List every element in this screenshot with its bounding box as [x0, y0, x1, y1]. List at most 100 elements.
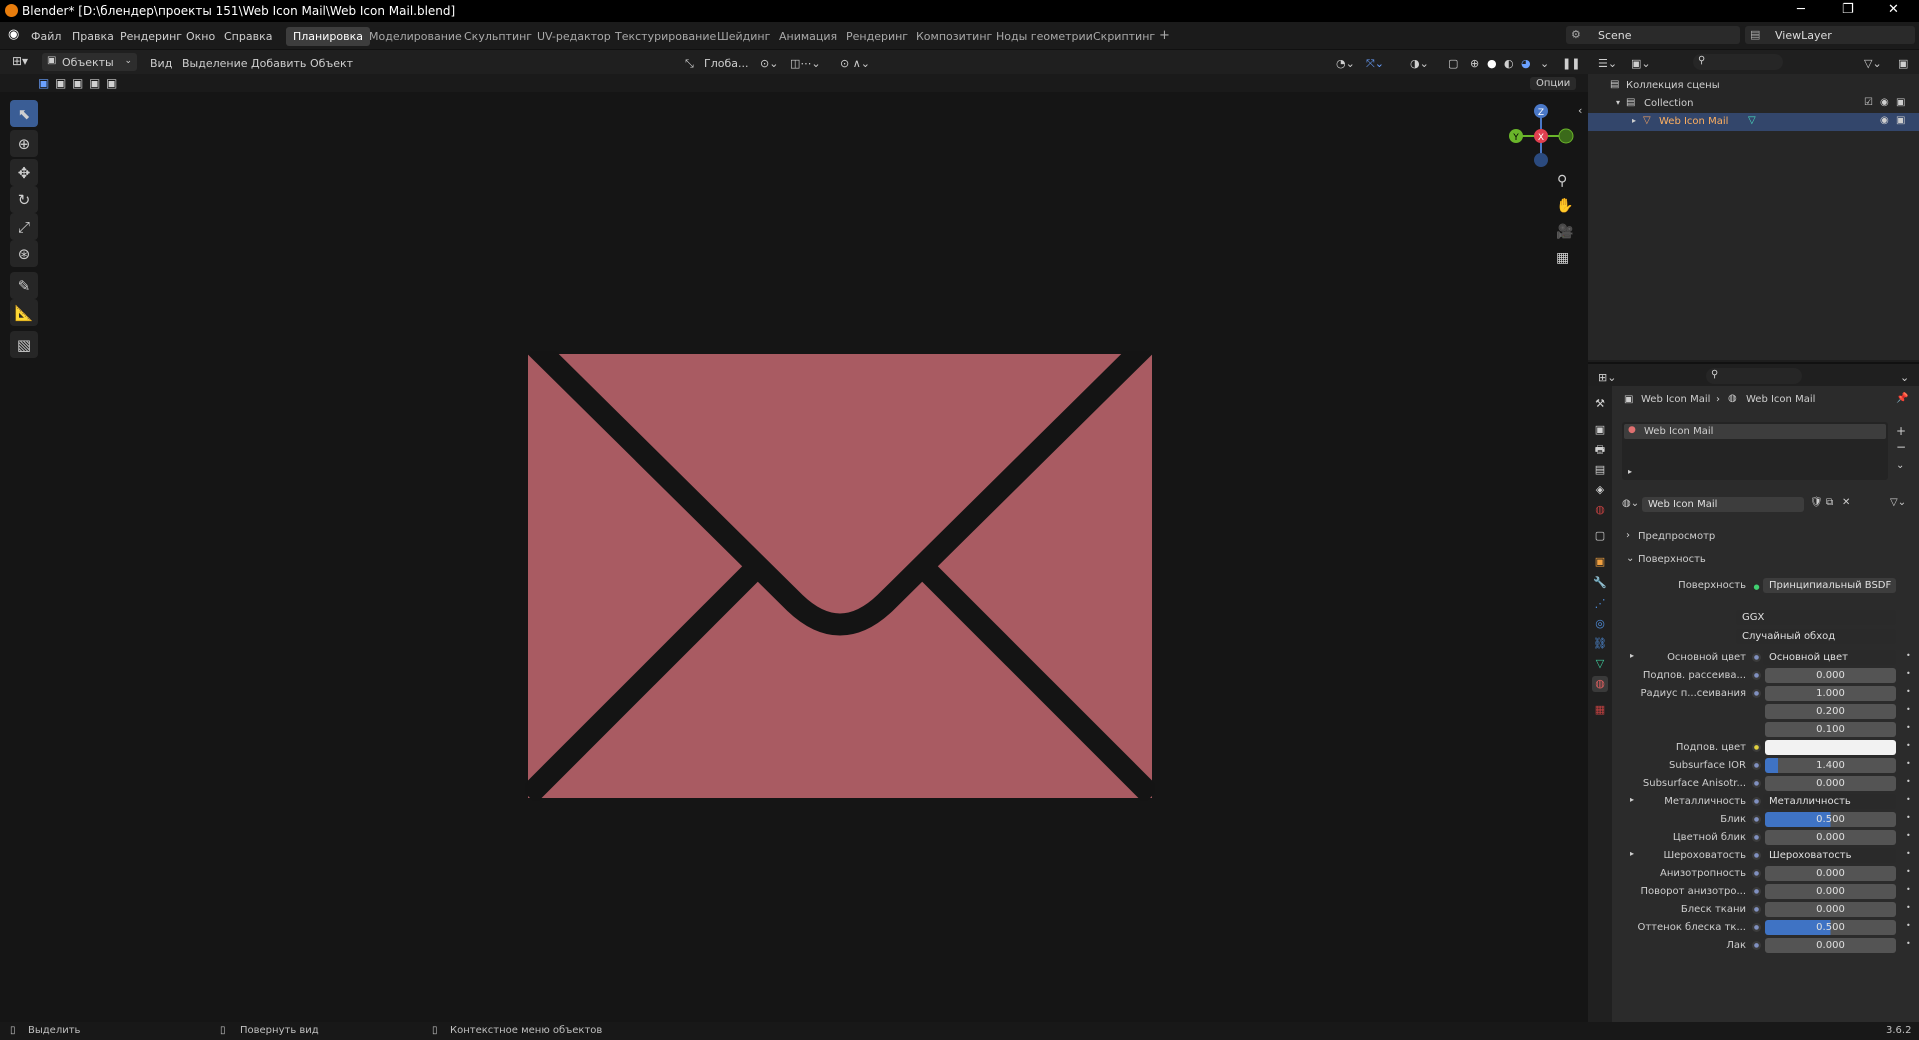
outliner-editor-type-icon[interactable]: ☰⌄: [1598, 57, 1617, 70]
pivot-icon[interactable]: ⊙⌄: [760, 57, 778, 70]
pause-render-icon[interactable]: ❚❚: [1562, 57, 1580, 70]
duplicate-material-icon[interactable]: ⧉: [1826, 497, 1833, 508]
shading-wireframe-icon[interactable]: ⊕: [1470, 57, 1479, 70]
options-dropdown[interactable]: Опции: [1530, 77, 1577, 90]
new-collection-icon[interactable]: ▣: [1898, 57, 1908, 70]
linked-input-field[interactable]: Основной цвет: [1763, 650, 1896, 665]
constraints-tab-icon[interactable]: ⛓: [1592, 636, 1608, 652]
texture-tab-icon[interactable]: ▦: [1592, 702, 1608, 718]
maximize-button[interactable]: ❐: [1842, 2, 1854, 17]
data-tab-icon[interactable]: ▽: [1592, 656, 1608, 672]
distribution-dropdown[interactable]: GGX: [1736, 610, 1896, 625]
keyframe-dot-icon[interactable]: •: [1906, 939, 1911, 948]
number-field[interactable]: 0.000: [1765, 830, 1896, 845]
menu-help[interactable]: Справка: [224, 30, 272, 43]
add-slot-button[interactable]: +: [1896, 424, 1906, 438]
close-button[interactable]: ✕: [1888, 2, 1899, 17]
subsurface-method-dropdown[interactable]: Случайный обход: [1736, 629, 1896, 644]
expand-toggle-icon[interactable]: ▸: [1630, 651, 1634, 660]
surface-shader-field[interactable]: Принципиальный BSDF: [1763, 578, 1896, 593]
slot-specials-button[interactable]: ⌄: [1896, 460, 1904, 471]
scale-tool-icon[interactable]: ⤢: [10, 213, 38, 240]
sidebar-toggle-icon[interactable]: ‹: [1578, 104, 1582, 117]
menu-render[interactable]: Рендеринг: [120, 30, 182, 43]
shading-material-icon[interactable]: ◐: [1504, 57, 1514, 70]
physics-tab-icon[interactable]: ◎: [1592, 616, 1608, 632]
keyframe-dot-icon[interactable]: •: [1906, 831, 1911, 840]
pin-icon[interactable]: 📌: [1896, 393, 1908, 404]
select-mode-new-icon[interactable]: ▣: [38, 76, 49, 90]
zoom-icon[interactable]: ⚲: [1557, 173, 1567, 189]
add-workspace-button[interactable]: +: [1159, 28, 1170, 43]
tab-uv-editing[interactable]: UV-редактор: [537, 30, 611, 43]
outliner-search-input[interactable]: ⚲: [1693, 54, 1783, 70]
modifier-tab-icon[interactable]: 🔧: [1592, 575, 1608, 591]
keyframe-dot-icon[interactable]: •: [1906, 777, 1911, 786]
keyframe-dot-icon[interactable]: •: [1906, 813, 1911, 822]
filter-icon[interactable]: ▽⌄: [1864, 57, 1882, 70]
expand-toggle-icon[interactable]: ▸: [1632, 116, 1636, 125]
number-field[interactable]: 0.000: [1765, 776, 1896, 791]
tab-animation[interactable]: Анимация: [779, 30, 837, 43]
keyframe-dot-icon[interactable]: •: [1906, 759, 1911, 768]
output-tab-icon[interactable]: 🖶: [1592, 442, 1608, 458]
number-field[interactable]: 1.400: [1765, 758, 1896, 773]
properties-search-input[interactable]: ⚲: [1706, 368, 1802, 384]
menu-file[interactable]: Файл: [31, 30, 61, 43]
number-field[interactable]: 0.100: [1765, 722, 1896, 737]
number-field[interactable]: 0.000: [1765, 866, 1896, 881]
move-tool-icon[interactable]: ✥: [10, 159, 38, 186]
keyframe-dot-icon[interactable]: •: [1906, 651, 1911, 660]
expand-toggle-icon[interactable]: ▸: [1630, 795, 1634, 804]
3d-viewport[interactable]: ▣ ▣ ▣ ▣ ▣ Опции ⬉ ⊕ ✥ ↻ ⤢ ⊛ ✎ 📐 ▧ Z Y X …: [0, 74, 1588, 1022]
keyframe-dot-icon[interactable]: •: [1906, 885, 1911, 894]
keyframe-dot-icon[interactable]: •: [1906, 741, 1911, 750]
material-browse-icon[interactable]: ◍⌄: [1622, 498, 1639, 509]
keyframe-dot-icon[interactable]: •: [1906, 705, 1911, 714]
expand-toggle-icon[interactable]: ▸: [1628, 467, 1632, 476]
material-tab-icon[interactable]: ◍: [1592, 676, 1608, 692]
keyframe-dot-icon[interactable]: •: [1906, 723, 1911, 732]
snap-icon[interactable]: ◫⋯⌄: [790, 57, 821, 70]
remove-slot-button[interactable]: −: [1896, 440, 1906, 454]
keyframe-dot-icon[interactable]: •: [1906, 687, 1911, 696]
tab-rendering[interactable]: Рендеринг: [846, 30, 908, 43]
unlink-material-icon[interactable]: ✕: [1842, 497, 1850, 508]
surface-toggle-icon[interactable]: ⌄: [1626, 553, 1634, 564]
exclude-checkbox[interactable]: ☑: [1864, 97, 1873, 108]
object-tab-icon[interactable]: ▣: [1592, 554, 1608, 570]
menu-edit[interactable]: Правка: [72, 30, 114, 43]
scene-tab-icon[interactable]: ◈: [1592, 482, 1608, 498]
orientation-dropdown[interactable]: Глоба...: [704, 57, 748, 70]
tab-layout[interactable]: Планировка: [286, 27, 370, 46]
tab-modeling[interactable]: Моделирование: [369, 30, 462, 43]
display-mode-icon[interactable]: ▣⌄: [1631, 57, 1651, 70]
number-field[interactable]: 1.000: [1765, 686, 1896, 701]
visibility-icon[interactable]: ◔⌄: [1336, 57, 1355, 70]
hide-eye-icon[interactable]: ◉: [1880, 115, 1889, 126]
menu-select[interactable]: Выделение: [182, 57, 248, 70]
navigation-gizmo[interactable]: Z Y X: [1500, 99, 1580, 169]
tab-texture-paint[interactable]: Текстурирование: [615, 30, 716, 43]
overlay-icon[interactable]: ◑⌄: [1410, 57, 1429, 70]
gizmo-toggle-icon[interactable]: ⤧⌄: [1366, 57, 1384, 71]
keyframe-dot-icon[interactable]: •: [1906, 669, 1911, 678]
mode-dropdown[interactable]: ▣ Объекты ⌄: [42, 53, 137, 71]
fake-user-shield-icon[interactable]: 🛡: [1810, 497, 1823, 508]
outliner-row-object[interactable]: ▸ ▽ Web Icon Mail ▽ ◉ ▣: [1588, 113, 1919, 131]
xray-icon[interactable]: ▢: [1448, 57, 1458, 70]
hide-eye-icon[interactable]: ◉: [1880, 97, 1889, 108]
tab-sculpting[interactable]: Скульптинг: [464, 30, 532, 43]
number-field[interactable]: 0.000: [1765, 884, 1896, 899]
chevron-down-icon[interactable]: ⌄: [1900, 371, 1909, 384]
keyframe-dot-icon[interactable]: •: [1906, 903, 1911, 912]
keyframe-dot-icon[interactable]: •: [1906, 867, 1911, 876]
menu-view[interactable]: Вид: [150, 57, 172, 70]
linked-input-field[interactable]: Металличность: [1763, 794, 1896, 809]
link-filter-icon[interactable]: ▽⌄: [1890, 497, 1906, 508]
minimize-button[interactable]: ─: [1797, 2, 1805, 17]
measure-tool-icon[interactable]: 📐: [10, 299, 38, 326]
select-box-tool-icon[interactable]: ⬉: [10, 100, 38, 127]
surface-section[interactable]: Поверхность: [1638, 554, 1706, 565]
select-mode-intersect-icon[interactable]: ▣: [106, 76, 117, 90]
